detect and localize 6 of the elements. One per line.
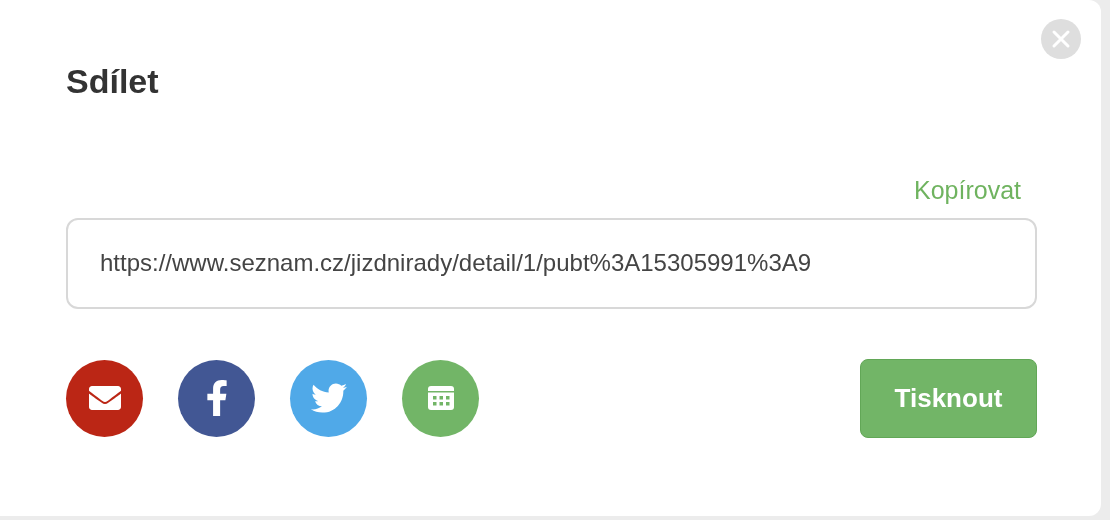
copy-link[interactable]: Kopírovat	[914, 174, 1021, 206]
url-field[interactable]: https://www.seznam.cz/jizdnirady/detail/1/pubt%3A15305991%3A9	[66, 217, 1037, 309]
close-button[interactable]	[1041, 19, 1081, 59]
close-icon	[1051, 29, 1071, 49]
dialog-title: Sdílet	[66, 61, 159, 102]
print-button[interactable]: Tisknout	[860, 358, 1037, 438]
